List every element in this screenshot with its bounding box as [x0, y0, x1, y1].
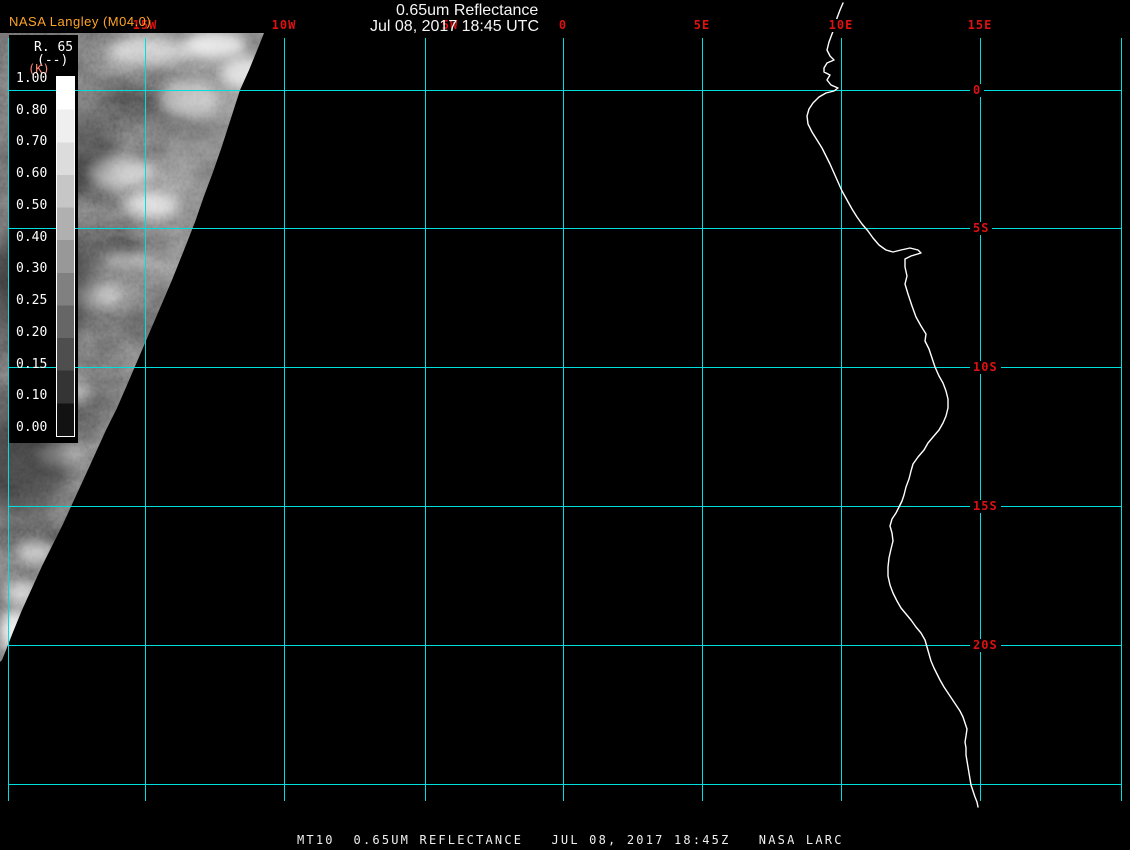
satellite-image-viewer: R. 65 (--) (K) 1.000.800.700.600.500.400… [0, 0, 1130, 850]
product-caption: MT10 0.65UM REFLECTANCE JUL 08, 2017 18:… [297, 833, 844, 847]
grayscale-colorbar [56, 76, 75, 437]
timestamp-subtitle: Jul 08, 2017 18:45 UTC [370, 18, 539, 36]
latitude-label: 5S [970, 222, 992, 235]
longitude-label: 5E [692, 19, 712, 32]
latitude-label: 0 [970, 84, 984, 97]
longitude-label: 15E [966, 19, 995, 32]
latitude-label: 10S [970, 361, 1001, 374]
africa-coastline [0, 0, 1130, 850]
nasa-langley-credit: NASA Langley (M04.0) [9, 14, 151, 29]
longitude-label: 0 [557, 19, 569, 32]
latitude-label: 15S [970, 500, 1001, 513]
longitude-label: 10W [270, 19, 299, 32]
latitude-label: 20S [970, 639, 1001, 652]
longitude-label: 10E [827, 19, 856, 32]
